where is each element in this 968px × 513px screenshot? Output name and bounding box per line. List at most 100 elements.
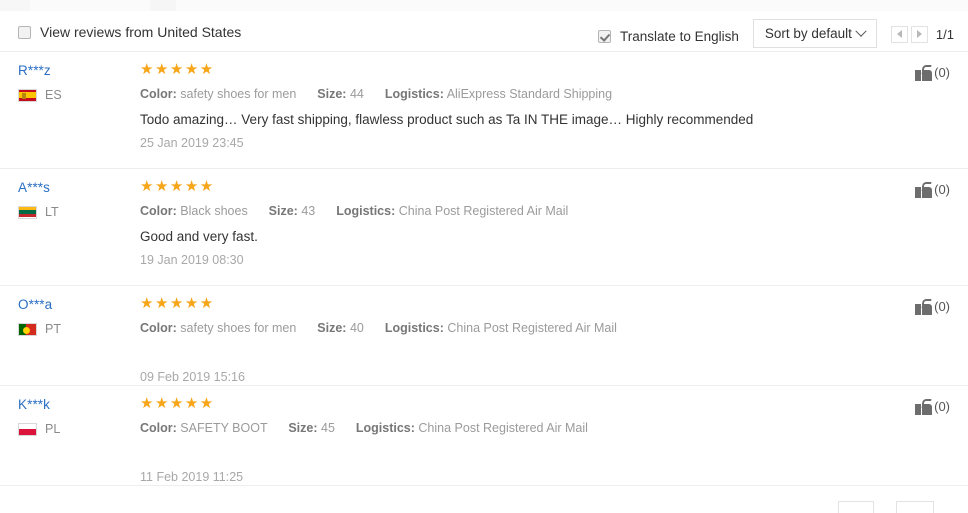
review-content <box>140 444 898 463</box>
helpful-control[interactable]: (0) <box>915 181 950 198</box>
logistics-label: Logistics: <box>384 321 444 335</box>
helpful-control[interactable]: (0) <box>915 298 950 315</box>
size-label: Size: <box>317 87 347 101</box>
country-code: PL <box>45 422 61 436</box>
reviews-page: View reviews from United States Translat… <box>0 0 968 513</box>
size-value: 40 <box>349 321 364 335</box>
page-indicator: 1/1 <box>935 26 954 42</box>
sort-dropdown[interactable]: Sort by default <box>752 19 877 48</box>
thumbs-up-icon[interactable] <box>915 65 933 81</box>
review-attributes: Color: safety shoes for men Size: 44 Log… <box>140 85 898 103</box>
translate-toggle[interactable]: Translate to English <box>598 29 739 44</box>
portugal-flag-icon <box>18 322 37 336</box>
top-strip-segment-left <box>0 0 30 11</box>
size-value: 43 <box>301 204 316 218</box>
star-rating: ★★★★★ <box>140 61 215 78</box>
color-label: Color: <box>140 204 177 218</box>
reviewer-name[interactable]: R***z <box>18 63 128 78</box>
chevron-down-icon <box>855 25 867 37</box>
logistics-value: AliExpress Standard Shipping <box>446 87 613 101</box>
spain-flag-icon <box>18 88 37 102</box>
color-label: Color: <box>140 87 177 101</box>
reviewer-info: R***z ES <box>18 63 128 102</box>
thumbs-up-icon[interactable] <box>915 299 933 315</box>
helpful-count: (0) <box>934 65 950 80</box>
size-value: 44 <box>349 87 364 101</box>
review-list: R***z ES ★★★★★ Color: safety shoes for m… <box>0 52 968 486</box>
logistics-value: China Post Registered Air Mail <box>398 204 569 218</box>
star-rating: ★★★★★ <box>140 295 215 312</box>
color-value: Black shoes <box>180 204 248 218</box>
size-label: Size: <box>317 321 347 335</box>
review-date: 09 Feb 2019 15:16 <box>140 370 245 384</box>
review-content: Todo amazing… Very fast shipping, flawle… <box>140 112 754 127</box>
top-strip-segment-mid <box>150 0 176 11</box>
thumbs-up-icon[interactable] <box>915 399 933 415</box>
logistics-label: Logistics: <box>336 204 396 218</box>
country-code: LT <box>45 205 59 219</box>
color-value: safety shoes for men <box>180 321 297 335</box>
review-content: Good and very fast. <box>140 229 258 244</box>
reviewer-info: A***s LT <box>18 180 128 219</box>
pagination: 1/1 <box>890 25 954 43</box>
review-item: K***k PL ★★★★★ Color: SAFETY BOOT Size: … <box>0 386 968 486</box>
review-attributes: Color: SAFETY BOOT Size: 45 Logistics: C… <box>140 419 898 437</box>
size-value: 45 <box>321 421 335 435</box>
review-item: O***a PT ★★★★★ Color: safety shoes for m… <box>0 286 968 386</box>
reviewer-country: LT <box>18 205 128 219</box>
review-attributes: Color: safety shoes for men Size: 40 Log… <box>140 319 898 337</box>
star-rating: ★★★★★ <box>140 395 215 412</box>
translate-checkbox[interactable] <box>598 29 612 43</box>
caret-left-icon <box>896 30 902 38</box>
review-body: ★★★★★ Color: Black shoes Size: 43 Logist… <box>140 179 968 269</box>
reviews-toolbar: View reviews from United States Translat… <box>0 11 968 52</box>
thumbs-up-icon[interactable] <box>915 182 933 198</box>
review-attributes: Color: Black shoes Size: 43 Logistics: C… <box>140 202 898 220</box>
view-reviews-filter[interactable]: View reviews from United States <box>18 24 241 40</box>
logistics-value: China Post Registered Air Mail <box>447 321 617 335</box>
color-label: Color: <box>140 421 177 435</box>
star-rating: ★★★★★ <box>140 178 215 195</box>
logistics-value: China Post Registered Air Mail <box>418 421 588 435</box>
pagination-next-button[interactable] <box>910 25 928 43</box>
reviewer-country: PT <box>18 322 128 336</box>
color-label: Color: <box>140 321 177 335</box>
pagination-prev-button[interactable] <box>890 25 908 43</box>
helpful-control[interactable]: (0) <box>915 64 950 81</box>
size-label: Size: <box>268 204 298 218</box>
country-code: ES <box>45 88 62 102</box>
review-body: ★★★★★ Color: SAFETY BOOT Size: 45 Logist… <box>140 396 968 486</box>
review-date: 19 Jan 2019 08:30 <box>140 253 244 267</box>
reviewer-info: K***k PL <box>18 397 128 436</box>
reviewer-country: PL <box>18 422 128 436</box>
helpful-count: (0) <box>934 399 950 414</box>
reviewer-name[interactable]: O***a <box>18 297 128 312</box>
size-label: Size: <box>288 421 318 435</box>
bottom-button-left[interactable] <box>838 501 874 513</box>
review-body: ★★★★★ Color: safety shoes for men Size: … <box>140 296 968 386</box>
reviewer-info: O***a PT <box>18 297 128 336</box>
bottom-button-right[interactable] <box>896 501 934 513</box>
helpful-count: (0) <box>934 182 950 197</box>
review-date: 11 Feb 2019 11:25 <box>140 470 244 484</box>
review-content <box>140 344 898 363</box>
view-reviews-checkbox[interactable] <box>18 25 31 39</box>
logistics-label: Logistics: <box>384 87 444 101</box>
toolbar-right-controls: Translate to English Sort by default 1/1 <box>598 19 960 48</box>
sort-dropdown-label: Sort by default <box>764 26 852 41</box>
reviewer-country: ES <box>18 88 128 102</box>
country-code: PT <box>45 322 61 336</box>
top-strip <box>0 0 968 11</box>
caret-right-icon <box>916 30 922 38</box>
color-value: SAFETY BOOT <box>180 421 268 435</box>
reviewer-name[interactable]: A***s <box>18 180 128 195</box>
helpful-control[interactable]: (0) <box>915 398 950 415</box>
view-reviews-label: View reviews from United States <box>40 24 242 40</box>
poland-flag-icon <box>18 422 37 436</box>
review-item: R***z ES ★★★★★ Color: safety shoes for m… <box>0 52 968 169</box>
reviewer-name[interactable]: K***k <box>18 397 128 412</box>
lithuania-flag-icon <box>18 205 37 219</box>
review-date: 25 Jan 2019 23:45 <box>140 136 244 150</box>
bottom-partial-controls <box>0 489 968 513</box>
translate-label: Translate to English <box>620 28 739 44</box>
